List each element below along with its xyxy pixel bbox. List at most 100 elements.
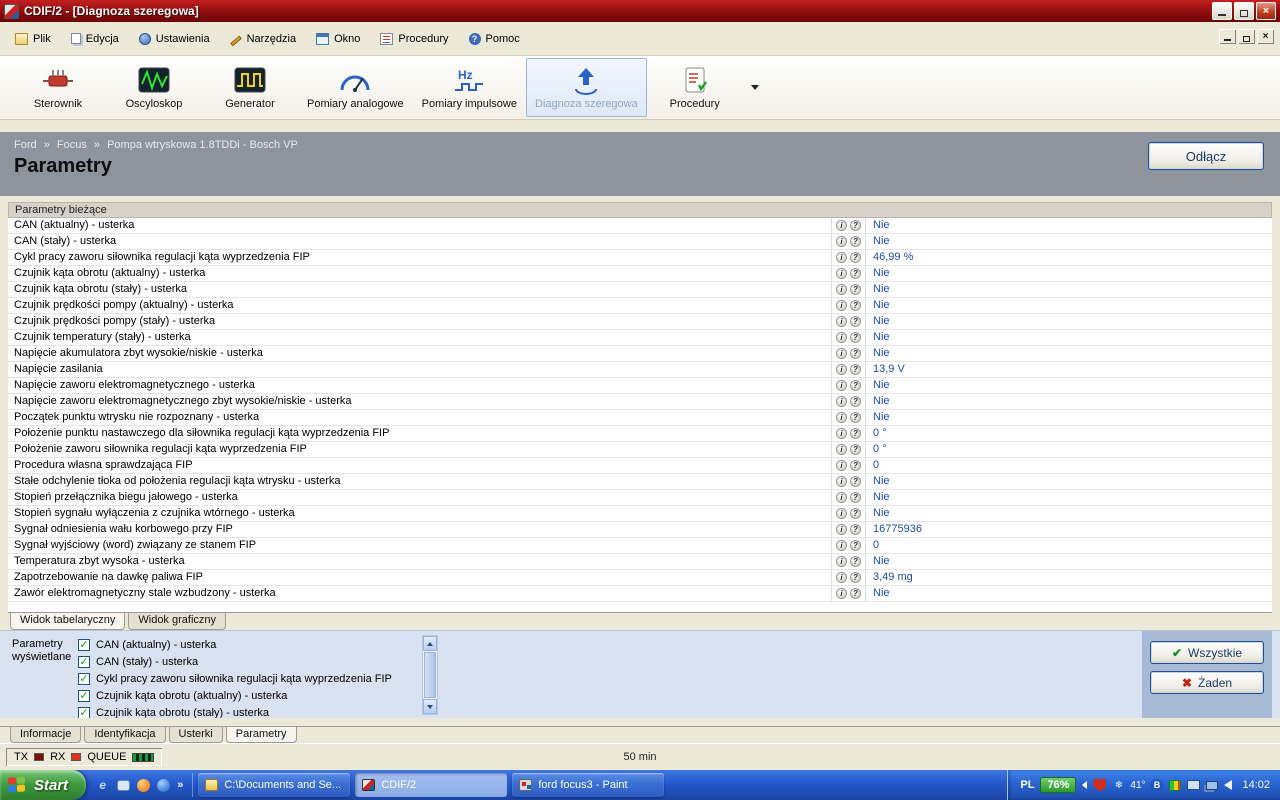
volume-icon[interactable] bbox=[1224, 780, 1233, 790]
help-icon[interactable]: ? bbox=[850, 492, 861, 503]
help-icon[interactable]: ? bbox=[850, 364, 861, 375]
taskbar-window-cdif[interactable]: CDIF/2 bbox=[355, 773, 508, 797]
parameter-row[interactable]: Napięcie zaworu elektromagnetycznego zby… bbox=[8, 394, 1272, 410]
parameter-row[interactable]: Zapotrzebowanie na dawkę paliwa FIP i? 3,4… bbox=[8, 570, 1272, 586]
toolbar-pomiary-analogowe[interactable]: Pomiary analogowe bbox=[298, 58, 413, 117]
parameter-row[interactable]: Czujnik kąta obrotu (aktualny) - usterka… bbox=[8, 266, 1272, 282]
info-icon[interactable]: i bbox=[836, 220, 847, 231]
menu-okno[interactable]: Okno bbox=[307, 29, 369, 49]
restore-button[interactable] bbox=[1234, 2, 1254, 20]
info-icon[interactable]: i bbox=[836, 508, 847, 519]
toolbar-pomiary-impulsowe[interactable]: Hz Pomiary impulsowe bbox=[413, 58, 526, 117]
tab-usterki[interactable]: Usterki bbox=[168, 727, 223, 743]
menu-pomoc[interactable]: Pomoc bbox=[460, 29, 529, 49]
mdi-minimize-button[interactable] bbox=[1219, 29, 1236, 44]
start-button[interactable]: Start bbox=[0, 770, 87, 800]
tab-identyfikacja[interactable]: Identyfikacja bbox=[84, 727, 166, 743]
info-icon[interactable]: i bbox=[836, 556, 847, 567]
taskbar-window-paint[interactable]: ford focus3 - Paint bbox=[512, 773, 665, 797]
tab-widok-tabelaryczny[interactable]: Widok tabelaryczny bbox=[10, 613, 126, 630]
select-all-button[interactable]: ✔ Wszystkie bbox=[1150, 641, 1264, 664]
help-icon[interactable]: ? bbox=[850, 588, 861, 599]
info-icon[interactable]: i bbox=[836, 444, 847, 455]
parameter-row[interactable]: Sygnał wyjściowy (word) związany ze stan… bbox=[8, 538, 1272, 554]
info-icon[interactable]: i bbox=[836, 268, 847, 279]
parameter-row[interactable]: CAN (stały) - usterka i? Nie bbox=[8, 234, 1272, 250]
checkbox[interactable]: ✓ bbox=[78, 638, 90, 651]
close-button[interactable]: × bbox=[1256, 2, 1276, 20]
toolbar-diagnoza-szeregowa[interactable]: Diagnoza szeregowa bbox=[526, 58, 647, 117]
parameter-row[interactable]: Położenie zaworu siłownika regulacji kąt… bbox=[8, 442, 1272, 458]
mdi-close-button[interactable]: × bbox=[1257, 29, 1274, 44]
help-icon[interactable]: ? bbox=[850, 412, 861, 423]
parameter-row[interactable]: Zawór elektromagnetyczny stale wzbudzony… bbox=[8, 586, 1272, 602]
info-icon[interactable]: i bbox=[836, 236, 847, 247]
parameter-row[interactable]: Początek punktu wtrysku nie rozpoznany -… bbox=[8, 410, 1272, 426]
display-parameter-item[interactable]: ✓ Czujnik kąta obrotu (aktualny) - usterk… bbox=[78, 687, 422, 704]
scrollbar-thumb[interactable] bbox=[424, 652, 436, 698]
help-icon[interactable]: ? bbox=[850, 556, 861, 567]
parameter-row[interactable]: Cykl pracy zaworu siłownika regulacji ką… bbox=[8, 250, 1272, 266]
help-icon[interactable]: ? bbox=[850, 508, 861, 519]
minimize-button[interactable] bbox=[1212, 2, 1232, 20]
taskbar-window-explorer[interactable]: C:\Documents and Se... bbox=[198, 773, 351, 797]
quick-launch-overflow[interactable]: » bbox=[177, 779, 183, 791]
info-icon[interactable]: i bbox=[836, 524, 847, 535]
title-bar[interactable]: CDIF/2 - [Diagnoza szeregowa] × bbox=[0, 0, 1280, 22]
browser-icon[interactable]: e bbox=[95, 778, 110, 793]
parameter-row[interactable]: Temperatura zbyt wysoka - usterka i? Nie bbox=[8, 554, 1272, 570]
help-icon[interactable]: ? bbox=[850, 348, 861, 359]
tab-informacje[interactable]: Informacje bbox=[10, 727, 82, 743]
parameter-row[interactable]: Sygnał odniesienia wału korbowego przy F… bbox=[8, 522, 1272, 538]
breadcrumb-ford[interactable]: Ford bbox=[14, 139, 37, 151]
help-icon[interactable]: ? bbox=[850, 572, 861, 583]
tab-parametry[interactable]: Parametry bbox=[225, 727, 297, 743]
info-icon[interactable]: i bbox=[836, 492, 847, 503]
parameter-row[interactable]: Procedura własna sprawdzająca FIP i? 0 bbox=[8, 458, 1272, 474]
help-icon[interactable]: ? bbox=[850, 284, 861, 295]
help-icon[interactable]: ? bbox=[850, 332, 861, 343]
info-icon[interactable]: i bbox=[836, 412, 847, 423]
help-icon[interactable]: ? bbox=[850, 476, 861, 487]
parameter-row[interactable]: Stopień przełącznika biegu jałowego - us… bbox=[8, 490, 1272, 506]
help-icon[interactable]: ? bbox=[850, 444, 861, 455]
parameter-row[interactable]: Napięcie zasilania i? 13,9 V bbox=[8, 362, 1272, 378]
info-icon[interactable]: i bbox=[836, 540, 847, 551]
firefox-icon[interactable] bbox=[137, 778, 151, 792]
checkbox[interactable]: ✓ bbox=[78, 706, 90, 718]
help-icon[interactable]: ? bbox=[850, 316, 861, 327]
toolbar-generator[interactable]: Generator bbox=[202, 58, 298, 117]
temperature-reading[interactable]: 41° bbox=[1130, 779, 1145, 792]
parameter-row[interactable]: Napięcie akumulatora zbyt wysokie/niskie… bbox=[8, 346, 1272, 362]
help-icon[interactable]: ? bbox=[850, 300, 861, 311]
info-icon[interactable]: i bbox=[836, 396, 847, 407]
help-icon[interactable]: ? bbox=[850, 524, 861, 535]
display-icon[interactable] bbox=[1187, 780, 1201, 790]
display-parameter-item[interactable]: ✓ CAN (aktualny) - usterka bbox=[78, 636, 422, 653]
help-icon[interactable]: ? bbox=[850, 252, 861, 263]
info-icon[interactable]: i bbox=[836, 284, 847, 295]
info-icon[interactable]: i bbox=[836, 300, 847, 311]
mdi-restore-button[interactable] bbox=[1238, 29, 1255, 44]
checkbox[interactable]: ✓ bbox=[78, 655, 90, 668]
monitor-graph-icon[interactable] bbox=[1169, 779, 1182, 791]
toolbar-procedury[interactable]: Procedury bbox=[647, 58, 743, 117]
parameter-row[interactable]: Stopień sygnału wyłączenia z czujnika wt… bbox=[8, 506, 1272, 522]
bluetooth-icon[interactable]: B bbox=[1150, 778, 1164, 792]
checkbox[interactable]: ✓ bbox=[78, 672, 90, 685]
parameter-row[interactable]: Napięcie zaworu elektromagnetycznego - u… bbox=[8, 378, 1272, 394]
checklist-scrollbar[interactable] bbox=[422, 635, 438, 715]
breadcrumb-focus[interactable]: Focus bbox=[57, 139, 87, 151]
menu-plik[interactable]: Plik bbox=[6, 29, 60, 49]
toolbar-oscyloskop[interactable]: Oscyloskop bbox=[106, 58, 202, 117]
info-icon[interactable]: i bbox=[836, 428, 847, 439]
parameter-row[interactable]: Czujnik prędkości pompy (stały) - usterk… bbox=[8, 314, 1272, 330]
display-parameter-item[interactable]: ✓ Cykl pracy zaworu siłownika regulacji k… bbox=[78, 670, 422, 687]
menu-procedury[interactable]: Procedury bbox=[371, 29, 457, 49]
show-desktop-icon[interactable] bbox=[117, 779, 131, 791]
info-icon[interactable]: i bbox=[836, 460, 847, 471]
disconnect-button[interactable]: Odłącz bbox=[1148, 142, 1264, 170]
media-player-icon[interactable] bbox=[157, 778, 171, 792]
display-parameter-item[interactable]: ✓ CAN (stały) - usterka bbox=[78, 653, 422, 670]
info-icon[interactable]: i bbox=[836, 348, 847, 359]
